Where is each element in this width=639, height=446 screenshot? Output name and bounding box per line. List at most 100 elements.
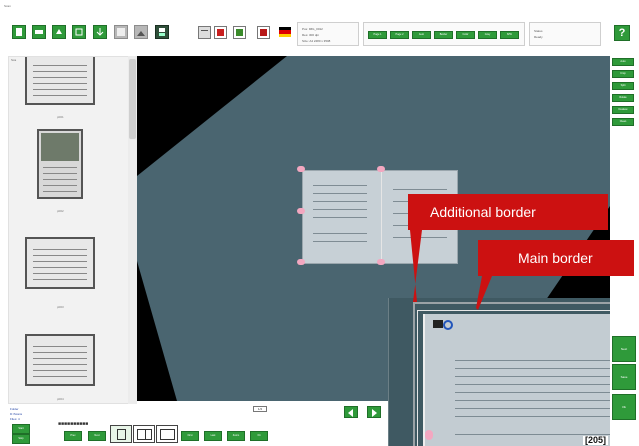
- window-title: Scan: [4, 4, 11, 8]
- main-border-callout: Main border: [490, 240, 634, 276]
- help-button[interactable]: ?: [614, 25, 630, 41]
- first-page-button[interactable]: First: [181, 431, 199, 441]
- info-line-3: Size: A4 2480 x 3508: [302, 39, 331, 43]
- mode-button-1[interactable]: Page 1: [368, 31, 387, 39]
- additional-border-line: [413, 302, 610, 304]
- title-bar: Scan: [0, 0, 639, 12]
- scan-app-window: Scan Pos: IMG_0012 Res: 300 dpi Size: A4…: [0, 0, 639, 446]
- language-button[interactable]: [279, 27, 291, 37]
- image-icon: [117, 28, 125, 36]
- mode-button-5[interactable]: Color: [456, 31, 475, 39]
- crop-handle-left[interactable]: [297, 208, 305, 214]
- file-count: Files: 4: [10, 417, 20, 421]
- prev-arrow-icon: [348, 409, 353, 417]
- right-button-3[interactable]: Split: [612, 82, 634, 90]
- right-button-5[interactable]: Deskew: [612, 106, 634, 114]
- thumbnail-page-icon: [160, 429, 175, 440]
- mode-button-7[interactable]: B/W: [500, 31, 519, 39]
- crop-button[interactable]: [72, 25, 86, 39]
- page-icon: [16, 28, 22, 36]
- next-arrow-button[interactable]: [367, 406, 381, 418]
- right-button-4[interactable]: Rotate: [612, 94, 634, 102]
- mode-button-6[interactable]: Gray: [478, 31, 497, 39]
- folder-path: D:\Scans: [10, 412, 23, 416]
- double-page-layout-button[interactable]: [133, 425, 155, 443]
- zoom-button[interactable]: Zoom: [227, 431, 245, 441]
- crop-icon: [75, 28, 83, 36]
- single-page-layout-button[interactable]: [110, 425, 132, 443]
- color-button[interactable]: [233, 26, 246, 39]
- red-book-button[interactable]: [257, 26, 270, 39]
- delete-button[interactable]: [214, 26, 227, 39]
- stop-button[interactable]: Stop: [12, 434, 30, 444]
- status-value: Ready: [534, 35, 543, 39]
- mode-button-4[interactable]: Border: [434, 31, 453, 39]
- save-button[interactable]: [155, 25, 169, 39]
- picture-icon: [137, 31, 145, 36]
- double-page-icon: [137, 429, 152, 440]
- next-button[interactable]: Next: [88, 431, 106, 441]
- red-book-icon: [260, 29, 267, 36]
- color-icon: [236, 29, 243, 36]
- image-button[interactable]: [114, 25, 128, 39]
- prev-arrow-button[interactable]: [344, 406, 358, 418]
- thumbnail-4[interactable]: [25, 334, 95, 386]
- right-button-6[interactable]: Clean: [612, 118, 634, 126]
- fit-button[interactable]: Fit: [250, 431, 268, 441]
- main-toolbar: Pos: IMG_0012 Res: 300 dpi Size: A4 2480…: [0, 12, 639, 54]
- main-border-pointer: [476, 240, 492, 310]
- rescan-button[interactable]: [52, 25, 66, 39]
- crop-handle-bottom[interactable]: [377, 259, 385, 265]
- export-icon: [96, 28, 104, 36]
- settings-button[interactable]: [198, 26, 211, 39]
- thumbnail-scroll-thumb[interactable]: [129, 59, 136, 139]
- crop-handle-top[interactable]: [377, 166, 385, 172]
- prev-button[interactable]: Prev: [64, 431, 82, 441]
- additional-border-callout: Additional border: [420, 194, 608, 230]
- right-button-1[interactable]: Auto: [612, 58, 634, 66]
- thumbnail-1-caption: p001: [57, 115, 64, 119]
- thumbnail-2[interactable]: [37, 129, 83, 199]
- scan-button[interactable]: [32, 25, 46, 39]
- thumbnail-scrollbar[interactable]: [128, 56, 137, 404]
- last-page-button[interactable]: Last: [204, 431, 222, 441]
- thumbnail-2-caption: p002: [57, 209, 64, 213]
- single-page-icon: [117, 429, 126, 440]
- mode-button-2[interactable]: Page 2: [390, 31, 409, 39]
- thumbnail-layout-button[interactable]: [156, 425, 178, 443]
- delete-icon: [217, 29, 224, 36]
- export-button[interactable]: [93, 25, 107, 39]
- info-line-1: Pos: IMG_0012: [302, 27, 323, 31]
- thumbnail-panel: Sca p001 p002 p003 p004: [8, 56, 136, 404]
- settings-icon: [201, 30, 208, 31]
- mode-button-3[interactable]: Auto: [412, 31, 431, 39]
- status-panel: Status Ready: [529, 22, 601, 46]
- save-side-button[interactable]: Save: [612, 364, 636, 390]
- right-button-2[interactable]: Crop: [612, 70, 634, 78]
- page-button[interactable]: [12, 25, 26, 39]
- german-flag-icon: [279, 27, 291, 37]
- thumbnail-3-caption: p003: [57, 305, 64, 309]
- picture-button[interactable]: [134, 25, 148, 39]
- thumbnail-1[interactable]: [25, 57, 95, 105]
- status-label: Status: [534, 29, 543, 33]
- thumbnail-panel-label: Sca: [11, 58, 17, 62]
- additional-border-pointer: [408, 194, 422, 302]
- crop-handle-top-left[interactable]: [297, 166, 305, 172]
- page-counter: 1/4: [253, 406, 267, 412]
- additional-border-label: Additional border: [430, 204, 536, 220]
- thumbnail-3[interactable]: [25, 237, 95, 289]
- save-icon: [159, 28, 165, 36]
- next-side-button[interactable]: Next: [612, 336, 636, 362]
- rescan-icon: [56, 29, 62, 34]
- folder-label: Folder: [10, 407, 19, 411]
- start-button[interactable]: Start: [12, 424, 30, 434]
- progress-dots: ■■■■■■■■■■: [58, 421, 89, 427]
- next-arrow-icon: [372, 409, 377, 417]
- crop-handle-bottom-left[interactable]: [297, 259, 305, 265]
- info-panel: Pos: IMG_0012 Res: 300 dpi Size: A4 2480…: [297, 22, 359, 46]
- main-border-line: [417, 310, 610, 311]
- scan-icon: [35, 30, 43, 34]
- help-icon: ?: [618, 27, 626, 39]
- main-border-label: Main border: [518, 250, 593, 266]
